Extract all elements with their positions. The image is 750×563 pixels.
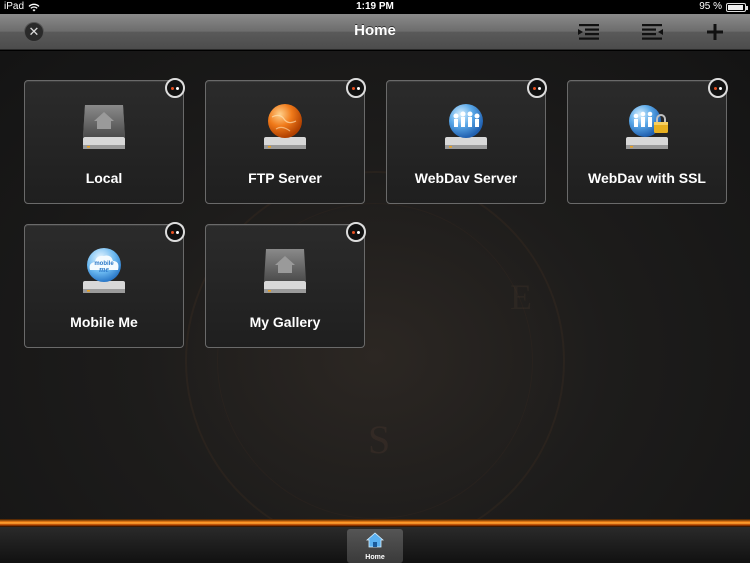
sort-list-icon: [578, 24, 599, 40]
add-button[interactable]: [705, 19, 725, 45]
sort-order-button[interactable]: [640, 19, 664, 45]
status-bar: iPad 1:19 PM 95 %: [0, 0, 750, 14]
connection-tile-my-gallery[interactable]: My Gallery: [205, 222, 366, 348]
tab-home[interactable]: Home: [347, 529, 403, 563]
compass-watermark-letter: E: [510, 277, 532, 317]
house-drive-icon: [264, 249, 306, 293]
home-icon: [366, 532, 384, 548]
mobileme-drive-icon: mobile me: [83, 248, 125, 293]
compass-watermark-letter: S: [368, 417, 391, 462]
plus-icon: [707, 24, 723, 40]
connection-tile-mobile-me[interactable]: mobile me Mobile Me: [24, 222, 185, 348]
status-time: 1:19 PM: [356, 1, 394, 12]
navigation-bar: Home ✕: [0, 14, 750, 50]
battery-icon: [726, 2, 748, 12]
house-drive-icon: [83, 105, 125, 149]
connection-tile-ftp-server[interactable]: FTP Server: [205, 78, 366, 204]
more-options-button[interactable]: [346, 78, 366, 98]
connection-label: FTP Server: [248, 170, 322, 186]
tab-bar: Home: [0, 527, 750, 563]
bottom-glow-divider: [0, 519, 750, 527]
connection-tile-local[interactable]: Local: [24, 78, 185, 204]
sort-order-icon: [642, 24, 663, 40]
connection-tile-webdav-ssl[interactable]: WebDav with SSL: [567, 78, 728, 204]
battery-percent: 95 %: [699, 1, 722, 12]
tab-home-label: Home: [365, 554, 385, 561]
connection-tile-webdav-server[interactable]: WebDav Server: [386, 78, 547, 204]
connection-label: WebDav with SSL: [588, 170, 706, 186]
secure-network-drive-icon: [626, 105, 668, 149]
connection-label: My Gallery: [249, 314, 321, 330]
close-button[interactable]: ✕: [24, 22, 44, 42]
more-options-button[interactable]: [346, 222, 366, 242]
more-options-button[interactable]: [165, 222, 185, 242]
connections-grid: S E Local FTP Server WebDav Server WebDa…: [0, 51, 750, 521]
svg-text:me: me: [99, 265, 109, 274]
globe-drive-icon: [264, 104, 306, 149]
more-options-button[interactable]: [165, 78, 185, 98]
connection-label: Local: [85, 170, 123, 186]
more-options-button[interactable]: [708, 78, 728, 98]
sort-list-button[interactable]: [577, 19, 601, 45]
connection-label: WebDav Server: [414, 170, 518, 186]
more-options-button[interactable]: [527, 78, 547, 98]
page-title: Home: [354, 22, 396, 39]
network-drive-icon: [445, 104, 487, 149]
connection-label: Mobile Me: [70, 314, 138, 330]
